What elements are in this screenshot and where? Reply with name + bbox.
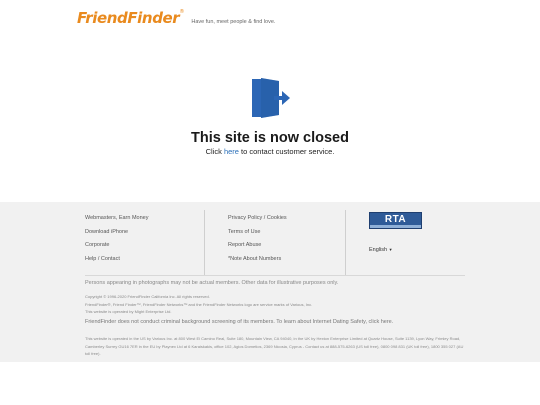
legal-text: This website is operated in the US by Va… <box>85 336 464 356</box>
safety-notice: FriendFinder does not conduct criminal b… <box>85 319 394 325</box>
logo-text[interactable]: FriendFinder <box>77 9 180 27</box>
contact-here-link[interactable]: here <box>224 147 239 156</box>
report-abuse-link[interactable]: Report Abuse <box>228 242 287 256</box>
trademark-line: FriendFinder®, Friend Finder™, FriendFin… <box>85 301 313 307</box>
site-header: FriendFinder® Have fun, meet people & fi… <box>77 9 275 31</box>
corporate-link[interactable]: Corporate <box>85 242 148 256</box>
rta-label: RTA <box>384 214 407 225</box>
exit-door-icon <box>249 76 293 120</box>
tagline: Have fun, meet people & find love. <box>191 19 276 25</box>
friendfinder-logo[interactable]: FriendFinder® <box>77 9 184 27</box>
terms-of-use-link[interactable]: Terms of Use <box>228 229 287 243</box>
rta-badge[interactable]: RTA <box>369 212 422 229</box>
footer-divider <box>204 210 205 275</box>
language-selector[interactable]: English ▼ <box>369 247 393 253</box>
chevron-down-icon: ▼ <box>388 247 393 252</box>
copyright-line: Copyright © 1996-2020 FriendFinder Calif… <box>85 294 210 299</box>
registered-mark: ® <box>179 9 184 15</box>
subtitle-prefix: Click <box>205 147 224 156</box>
footer-links-col-1: Webmasters, Earn Money Download iPhone C… <box>85 215 148 269</box>
privacy-policy-link[interactable]: Privacy Policy / Cookies <box>228 215 287 229</box>
footer-divider <box>345 210 346 275</box>
footer-links-col-2: Privacy Policy / Cookies Terms of Use Re… <box>228 215 287 269</box>
webmasters-link[interactable]: Webmasters, Earn Money <box>85 215 148 229</box>
operator-line: This website is operated by Might Enterp… <box>85 309 172 314</box>
closed-title: This site is now closed <box>191 130 349 146</box>
footer-separator <box>85 275 465 276</box>
closed-subtitle: Click here to contact customer service. <box>0 147 540 156</box>
help-contact-link[interactable]: Help / Contact <box>85 256 148 270</box>
language-label: English <box>369 247 388 253</box>
photo-disclaimer: Persons appearing in photographs may not… <box>85 280 339 286</box>
rta-stripe <box>370 225 421 228</box>
note-about-numbers-link[interactable]: *Note About Numbers <box>228 256 287 270</box>
download-iphone-link[interactable]: Download iPhone <box>85 229 148 243</box>
site-footer: Webmasters, Earn Money Download iPhone C… <box>0 202 540 362</box>
subtitle-suffix: to contact customer service. <box>238 147 335 156</box>
